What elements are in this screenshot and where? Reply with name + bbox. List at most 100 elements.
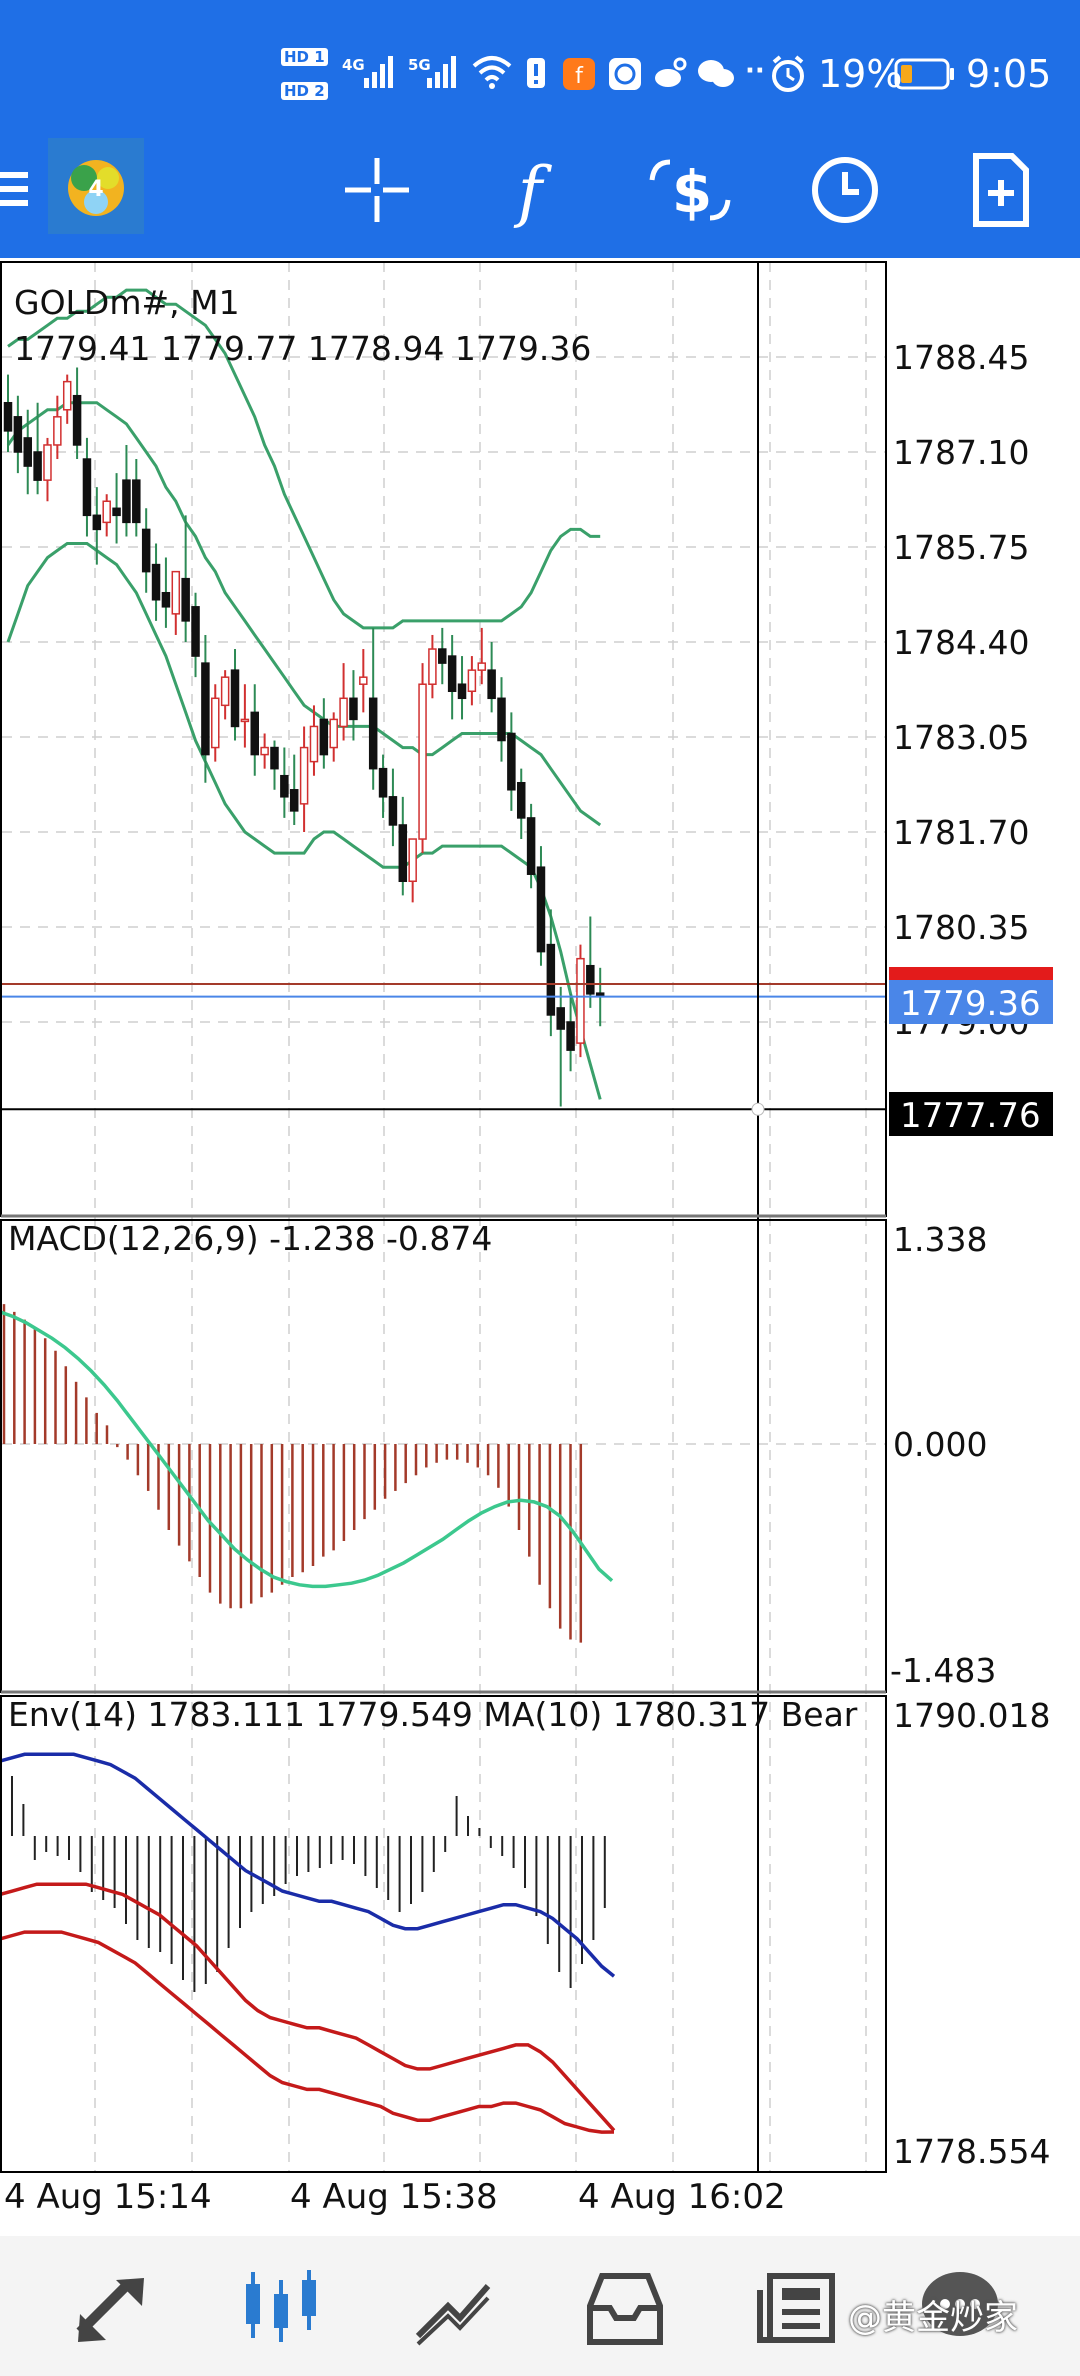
candle-body: [368, 697, 378, 770]
candle-body: [72, 394, 82, 446]
candle-body: [299, 746, 309, 805]
candle-body: [43, 444, 52, 481]
sim1-badge: HD 1: [281, 48, 328, 66]
env-tick: 1778.554: [893, 2132, 1050, 2171]
candle-body: [201, 662, 210, 756]
more-dots-icon: ··: [745, 56, 765, 86]
candle-body: [13, 416, 23, 453]
price-tick: 1781.70: [893, 813, 1029, 852]
candle-body: [516, 781, 526, 819]
candle-body: [408, 838, 417, 883]
candle-body: [230, 669, 240, 728]
envelope-lower-line: [0, 1930, 615, 2134]
top-bar: HD 1 HD 2 4G 5G f ·· 19% 9:05 4 f $: [0, 0, 1080, 258]
candle-body: [536, 866, 546, 953]
candle-body: [141, 528, 151, 573]
svg-text:$: $: [672, 158, 712, 226]
svg-text:4: 4: [88, 177, 103, 202]
candle-body: [250, 711, 259, 756]
price-tick: 1785.75: [893, 528, 1029, 567]
candle-body: [497, 697, 506, 742]
candle-body: [191, 606, 200, 657]
price-tick: 1784.40: [893, 623, 1029, 662]
envelopes-label: Env(14) 1783.111 1779.549 MA(10) 1780.31…: [8, 1695, 858, 1734]
candle-body: [181, 577, 190, 622]
envelope-middle-line: [0, 1882, 616, 2132]
chart-canvas[interactable]: GOLDm#, M1 1779.41 1779.77 1778.94 1779.…: [0, 258, 1080, 2236]
crosshair-icon[interactable]: [327, 140, 427, 240]
candle-body: [438, 648, 447, 664]
wechat-icon: [698, 60, 734, 87]
history-icon[interactable]: [580, 2266, 670, 2346]
macd-tick: 1.338: [893, 1220, 987, 1259]
candle-body: [309, 725, 319, 763]
signal-icon-2: [427, 56, 456, 88]
candle-body: [447, 655, 457, 693]
clock-time: 9:05: [966, 52, 1052, 96]
alert-icon: [527, 58, 545, 88]
symbol-label: GOLDm#, M1: [14, 283, 240, 322]
candle-body: [102, 500, 111, 524]
candle-body: [3, 401, 13, 432]
clock-icon[interactable]: [795, 140, 895, 240]
candle-body: [428, 648, 437, 685]
candle-body: [171, 570, 181, 615]
macd-label: MACD(12,26,9) -1.238 -0.874: [8, 1219, 492, 1258]
envelopes-pane[interactable]: [0, 1752, 616, 2134]
candle-body: [487, 669, 496, 700]
svg-text:f: f: [513, 153, 553, 230]
price-tick: 1788.45: [893, 338, 1029, 377]
candle-body: [566, 1021, 575, 1051]
macd-pane[interactable]: [0, 1304, 614, 1643]
sim2-badge: HD 2: [281, 82, 328, 100]
candle-body: [319, 718, 329, 756]
ohlc-label: 1779.41 1779.77 1778.94 1779.36: [14, 329, 591, 368]
candle-body: [260, 746, 269, 756]
bid-price-label: 1779.36: [900, 984, 1041, 1024]
candle-body: [132, 479, 141, 524]
candle-body: [161, 591, 171, 608]
weibo-icon: [655, 57, 687, 87]
candle-body: [576, 957, 585, 1044]
candle-body: [280, 774, 289, 798]
candle-body: [467, 669, 477, 693]
news-icon[interactable]: [754, 2266, 844, 2346]
candle-body: [92, 514, 102, 531]
candle-body: [378, 767, 388, 798]
app-notification-icon: f: [563, 58, 595, 90]
trade-nav-icon[interactable]: [408, 2266, 498, 2346]
macd-pane-frame: [0, 1219, 887, 1693]
candle-body: [122, 479, 131, 524]
candle-body: [289, 789, 299, 812]
candle-body: [388, 796, 398, 826]
quotes-icon[interactable]: [66, 2266, 156, 2346]
candle-body: [418, 683, 427, 840]
candle-body: [457, 683, 467, 700]
candle-body: [53, 416, 62, 446]
time-tick: 4 Aug 15:14: [4, 2177, 212, 2217]
candle-body: [546, 943, 556, 1016]
svg-text:f: f: [575, 64, 584, 89]
time-tick: 4 Aug 15:38: [290, 2177, 498, 2217]
crosshair-center: [751, 1102, 765, 1116]
time-tick: 4 Aug 16:02: [578, 2177, 786, 2217]
candle-body: [586, 964, 595, 995]
price-pane-frame: [0, 261, 887, 1217]
battery-icon: [894, 58, 954, 90]
candle-body: [23, 437, 32, 467]
chart-icon[interactable]: [236, 2266, 326, 2346]
app-logo[interactable]: 4: [48, 138, 144, 234]
envelopes-pane-frame: [0, 1695, 887, 2173]
candle-body: [112, 507, 121, 517]
new-document-icon[interactable]: [950, 140, 1050, 240]
trade-icon[interactable]: $: [640, 140, 740, 240]
candle-body: [62, 380, 72, 411]
price-tick: 1783.05: [893, 718, 1029, 757]
candle-body: [33, 451, 42, 481]
price-tick: 1780.35: [893, 908, 1029, 947]
function-icon[interactable]: f: [480, 140, 580, 240]
candle-body: [270, 746, 279, 770]
candle-body: [349, 697, 358, 721]
candle-body: [151, 563, 161, 601]
alarm-icon: [772, 55, 804, 92]
